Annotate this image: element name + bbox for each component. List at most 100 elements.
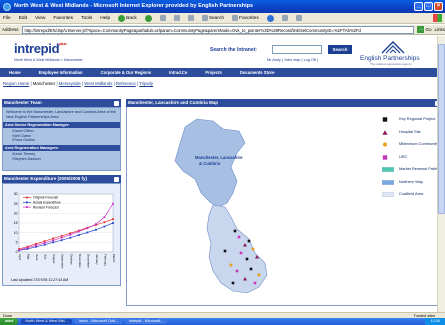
map-marker	[251, 247, 255, 251]
favorites-label: Favorites	[239, 15, 259, 21]
tab-manchester[interactable]: Manchester	[33, 81, 55, 86]
minimize-button[interactable]: _	[414, 2, 423, 11]
data-point	[26, 246, 29, 249]
nav-employee-information[interactable]: Employee Information	[30, 70, 92, 75]
tab-reference[interactable]: Reference	[116, 81, 136, 86]
data-point	[43, 242, 46, 244]
forward-button[interactable]	[144, 14, 152, 22]
legend-marker	[26, 196, 28, 199]
taskbar-item[interactable]: Inbox - Microsoft Outl...	[74, 319, 122, 324]
scrollbar-thumb[interactable]	[438, 44, 445, 214]
x-tick-label: April	[18, 254, 22, 260]
menu-file[interactable]: File	[3, 16, 11, 21]
tab-merseyside[interactable]: Merseyside	[59, 81, 81, 86]
menu-favorites[interactable]: Favorites	[53, 16, 73, 21]
nav-corporate-regions[interactable]: Corporate & Our Regions	[92, 70, 161, 75]
menu-tools[interactable]: Tools	[81, 16, 92, 21]
y-tick-label: 15	[14, 221, 18, 225]
search-input[interactable]	[272, 45, 322, 54]
legend-label: Original Forecast	[33, 196, 58, 200]
nav-documents-store[interactable]: Documents Store	[231, 70, 284, 75]
data-point	[77, 234, 80, 236]
taskbar-item[interactable]: intrepid - Microsoft...	[124, 319, 168, 324]
legend-marker	[26, 201, 28, 204]
map-marker	[229, 263, 233, 267]
region-label-line1: Manchester, Lancashire	[195, 155, 243, 160]
taskbar-item[interactable]: North West & West Mid...	[21, 319, 72, 324]
nav-intradce[interactable]: Intrad.Ce	[160, 70, 196, 75]
collapse-icon[interactable]	[114, 100, 119, 106]
map-marker	[237, 235, 241, 239]
back-arrow-icon	[118, 14, 126, 22]
close-button[interactable]: ×	[434, 2, 443, 11]
menu-help[interactable]: Help	[100, 16, 110, 21]
vertical-scrollbar[interactable]	[437, 36, 445, 312]
nav-home[interactable]: Home	[0, 70, 30, 75]
clock: 12:00	[425, 318, 445, 325]
star-icon	[232, 15, 239, 21]
intrepid-logo[interactable]: intrepidplus	[14, 41, 67, 56]
managers-list: Kevin Tierney Stephen Dawson	[6, 152, 117, 161]
legend-label: URC	[399, 153, 408, 159]
tab-tripsdy[interactable]: Tripsdy	[139, 81, 153, 86]
header-breadcrumb[interactable]: North West & West Midlands > Manchester	[14, 58, 83, 62]
links-button[interactable]: Links	[434, 27, 445, 32]
user-links[interactable]: Mr Andy | Jobs map | Log Off |	[267, 58, 318, 62]
data-point	[112, 218, 114, 221]
org-tagline: The national regeneration agency	[370, 62, 412, 66]
go-button[interactable]: → Go	[417, 26, 431, 33]
search-submit-button[interactable]: Search	[328, 45, 352, 54]
y-tick-label: 25	[14, 202, 18, 206]
y-tick-label: 30	[14, 192, 18, 196]
go-label: Go	[425, 27, 432, 32]
media-icon[interactable]	[266, 14, 274, 22]
data-point	[43, 240, 46, 243]
data-point	[95, 228, 97, 231]
menu-edit[interactable]: Edit	[19, 16, 27, 21]
address-input[interactable]: http://intrepid/EN/Jsp/UI/server.jsf?spa…	[21, 25, 415, 34]
data-point	[60, 236, 63, 239]
list-item[interactable]: Stephen Dawson	[12, 157, 117, 162]
list-item[interactable]: Fiona Gordon	[12, 138, 117, 143]
x-tick-label: November	[78, 254, 82, 268]
y-tick-label: 20	[14, 212, 18, 216]
expenditure-body: 0 5 10 15 20 25 30 April May June July August Septem…	[2, 183, 121, 286]
tab-region-home[interactable]: Region Home	[3, 81, 29, 86]
home-icon[interactable]	[187, 15, 194, 21]
data-point	[35, 242, 37, 245]
search-button[interactable]: Search	[201, 15, 224, 21]
tab-west-midlands[interactable]: West Midlands	[84, 81, 112, 86]
start-button[interactable]: start	[0, 318, 19, 325]
mail-icon[interactable]	[281, 15, 288, 21]
menu-view[interactable]: View	[35, 16, 45, 21]
nav-projects[interactable]: Projects	[196, 70, 231, 75]
legend-symbol-icon	[382, 117, 388, 122]
back-button[interactable]: Back	[118, 14, 137, 22]
x-tick-label: July	[44, 254, 48, 260]
maximize-button[interactable]: □	[424, 2, 433, 11]
favorites-button[interactable]: Favorites	[232, 15, 259, 21]
print-icon[interactable]	[295, 15, 302, 21]
window-titlebar: North West & West Midlands - Microsoft I…	[0, 0, 445, 13]
collapse-icon[interactable]	[114, 176, 119, 182]
back-label: Back	[126, 15, 137, 21]
y-tick-label: 5	[16, 241, 18, 245]
address-label: Address	[2, 27, 19, 32]
last-updated: Last Updated 27/07/05 11:27:43 AM	[11, 278, 69, 282]
data-point	[86, 231, 89, 234]
data-point	[103, 225, 106, 228]
data-point	[52, 239, 55, 242]
stop-icon[interactable]	[159, 15, 166, 21]
x-tick-label: January	[95, 254, 99, 265]
map-title: Manchester, Lancashire and Cumbria Map	[128, 100, 219, 105]
map-marker	[239, 251, 243, 255]
legend-symbol-icon	[383, 142, 387, 147]
address-bar: Address http://intrepid/EN/Jsp/UI/server…	[0, 25, 445, 35]
data-point	[60, 239, 63, 242]
data-point	[69, 233, 72, 236]
y-tick-label: 0	[16, 250, 18, 254]
refresh-icon[interactable]	[173, 15, 180, 21]
map-marker	[233, 229, 237, 233]
region-map-south[interactable]	[206, 204, 268, 294]
data-point	[103, 221, 106, 224]
